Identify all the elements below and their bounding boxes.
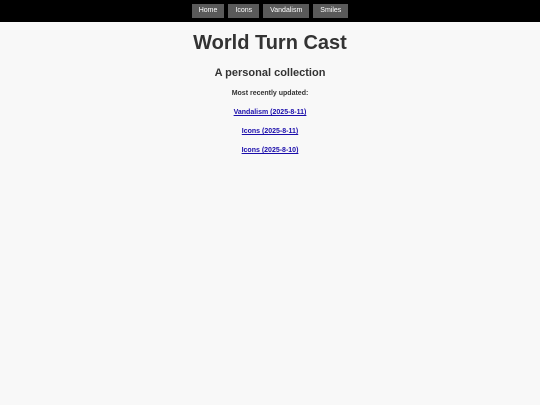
recent-updates-label: Most recently updated: (231, 90, 309, 97)
recent-link-icons-older[interactable]: Icons (2025-8-10) (242, 147, 299, 154)
nav-icons-button[interactable]: Icons (228, 4, 260, 18)
top-nav-bar: Home Icons Vandalism Smiles (0, 0, 540, 22)
recent-updates-list: Vandalism (2025-8-11) Icons (2025-8-11) … (0, 105, 540, 155)
main-content: World Turn Cast A personal collection Mo… (0, 32, 540, 155)
list-item: Icons (2025-8-10) (0, 143, 540, 155)
recent-link-icons[interactable]: Icons (2025-8-11) (242, 128, 298, 135)
page-subtitle: A personal collection (214, 67, 326, 79)
nav-smiles-button[interactable]: Smiles (313, 4, 349, 18)
list-item: Vandalism (2025-8-11) (0, 105, 540, 117)
recent-link-vandalism[interactable]: Vandalism (2025-8-11) (234, 109, 307, 116)
list-item: Icons (2025-8-11) (0, 124, 540, 136)
nav-home-button[interactable]: Home (191, 4, 225, 18)
page-title: World Turn Cast (193, 32, 347, 54)
nav-vandalism-button[interactable]: Vandalism (263, 4, 310, 18)
